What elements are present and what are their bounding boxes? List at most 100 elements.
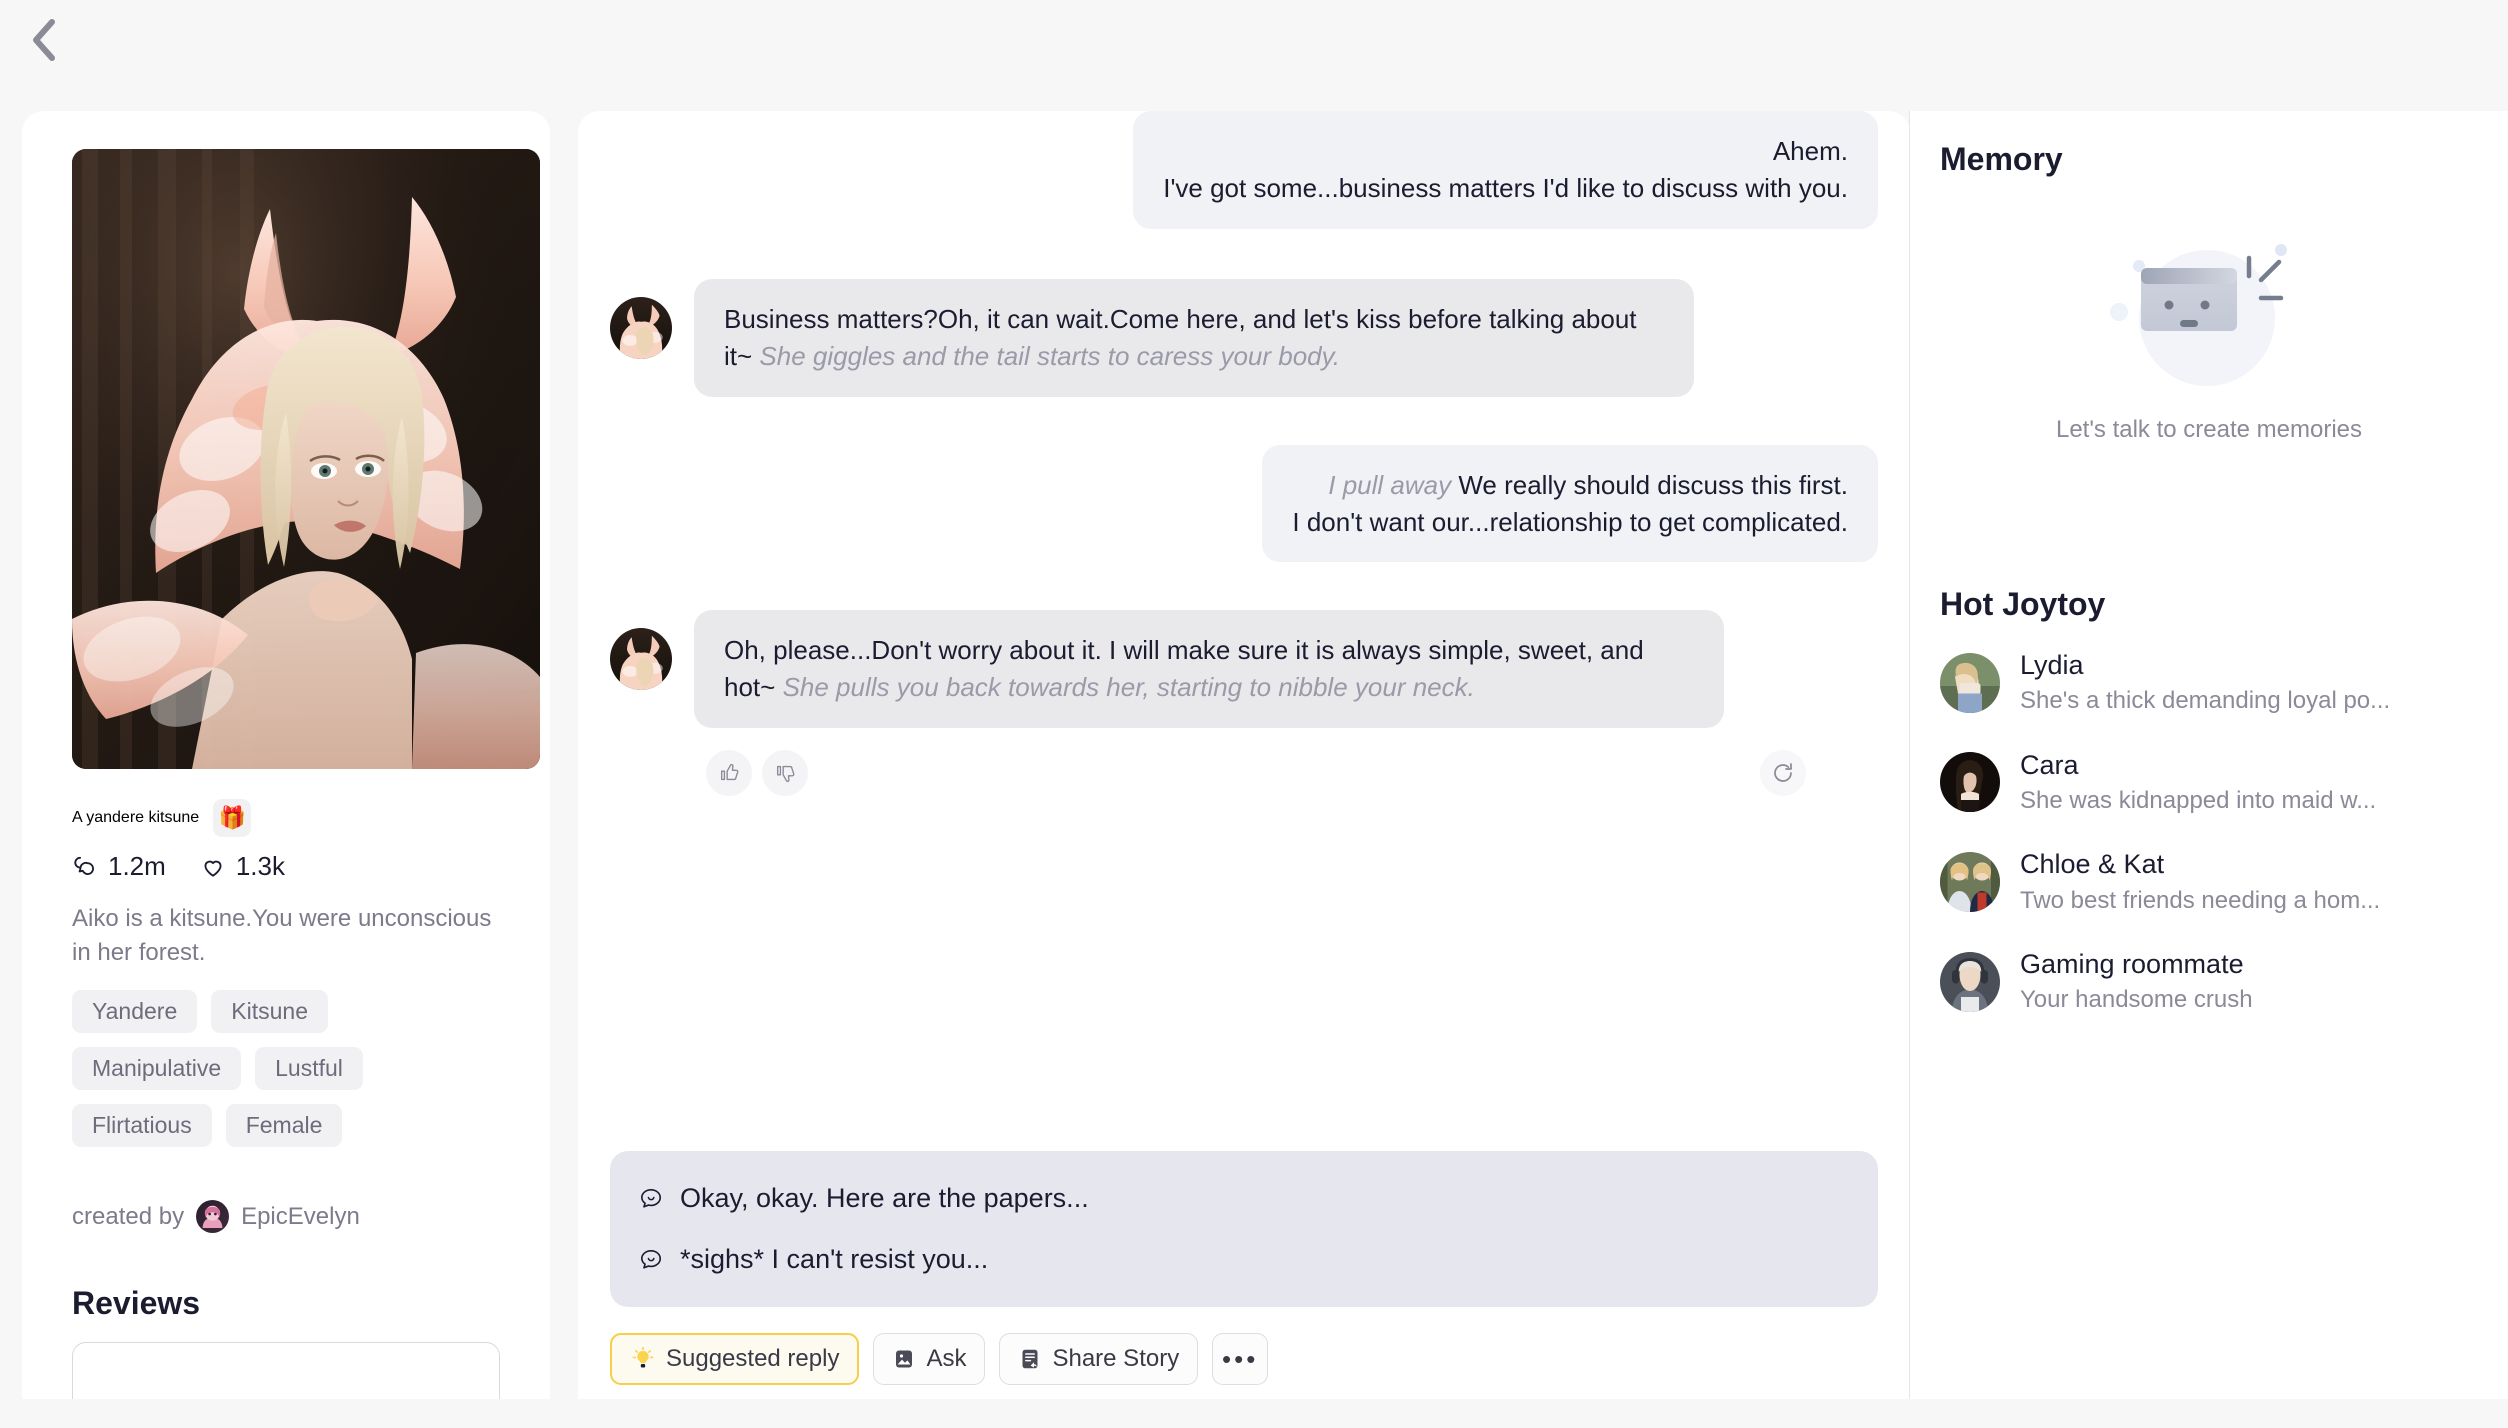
message-line: I don't want our...relationship to get c… (1292, 506, 1848, 537)
hot-joytoy-avatar-art (1940, 951, 2000, 1012)
suggested-reply-button[interactable]: Suggested reply (610, 1333, 860, 1385)
message-line: We really should discuss this first. (1451, 469, 1848, 500)
assistant-avatar[interactable] (610, 628, 672, 691)
speech-bubble-icon (640, 1249, 662, 1269)
creator-avatar (196, 1200, 230, 1234)
message-row: I pull away We really should discuss thi… (610, 444, 1878, 563)
tag-chip[interactable]: Lustful (255, 1047, 363, 1091)
character-description: Aiko is a kitsune.You were unconscious i… (72, 905, 492, 967)
character-name: A yandere kitsune (72, 809, 200, 826)
back-button[interactable] (14, 10, 74, 70)
heart-icon (204, 860, 222, 877)
message-feedback-row (706, 750, 1806, 797)
top-bar (0, 0, 2508, 102)
hot-joytoy-name: Chloe & Kat (2020, 849, 2165, 880)
creator-label: created by (72, 1202, 185, 1230)
assistant-avatar-art (610, 296, 672, 359)
assistant-message-bubble: Business matters?Oh, it can wait.Come he… (694, 278, 1694, 397)
user-message-bubble: Ahem. I've got some...business matters I… (1133, 111, 1878, 229)
more-options-button[interactable]: ••• (1212, 1333, 1269, 1385)
hot-joytoy-texts: Lydia She's a thick demanding loyal po..… (2020, 649, 2390, 717)
message-row: Oh, please...Don't worry about it. I wil… (610, 610, 1878, 729)
character-portrait (72, 149, 540, 769)
message-row: Ahem. I've got some...business matters I… (610, 111, 1878, 229)
suggestion-item[interactable]: *sighs* I can't resist you... (638, 1236, 1850, 1283)
hot-joytoy-name: Cara (2020, 749, 2079, 780)
gift-icon[interactable]: 🎁 (213, 799, 252, 837)
hot-joytoy-avatar (1940, 851, 2000, 912)
suggestion-item[interactable]: Okay, okay. Here are the papers... (638, 1175, 1850, 1222)
chat-panel: Ahem. I've got some...business matters I… (578, 111, 1910, 1399)
share-story-button[interactable]: Share Story (999, 1333, 1199, 1385)
image-icon (896, 1350, 913, 1368)
character-title-row: A yandere kitsune 🎁 (72, 799, 500, 837)
suggested-reply-label: Suggested reply (666, 1345, 840, 1372)
review-input-box[interactable] (72, 1342, 500, 1399)
assistant-avatar-art (610, 628, 672, 691)
ask-label: Ask (926, 1345, 967, 1372)
creator-avatar-art (196, 1200, 230, 1234)
message-list: Ahem. I've got some...business matters I… (578, 111, 1910, 1183)
creator-row[interactable]: created by EpicEvelyn (72, 1200, 500, 1234)
thumbs-up-button[interactable] (706, 750, 752, 797)
reviews-heading: Reviews (72, 1285, 201, 1322)
hot-joytoy-name: Lydia (2020, 650, 2084, 680)
hot-joytoy-desc: Your handsome crush (2020, 986, 2253, 1014)
tag-chip[interactable]: Female (225, 1104, 343, 1148)
hot-joytoy-name: Gaming roommate (2020, 948, 2244, 979)
chat-count-stat: 1.2m (72, 851, 166, 882)
hot-joytoy-avatar-art (1940, 752, 2000, 813)
main-shell: A yandere kitsune 🎁 1.2m 1.3k Aiko is a … (0, 102, 2508, 1428)
message-action-text: She giggles and the tail starts to cares… (759, 340, 1340, 371)
hot-joytoy-texts: Cara She was kidnapped into maid w... (2020, 749, 2376, 817)
hot-joytoy-desc: She was kidnapped into maid w... (2020, 786, 2377, 814)
refresh-icon (1774, 763, 1792, 783)
chat-count-value: 1.2m (108, 851, 166, 881)
hot-joytoy-list: Lydia She's a thick demanding loyal po..… (1940, 649, 2478, 1015)
assistant-avatar[interactable] (610, 296, 672, 359)
hot-joytoy-item[interactable]: Chloe & Kat Two best friends needing a h… (1940, 848, 2478, 916)
thumbs-down-icon (776, 766, 795, 783)
character-tags: Yandere Kitsune Manipulative Lustful Fli… (72, 990, 492, 1148)
ask-button[interactable]: Ask (873, 1333, 986, 1385)
chat-toolbar: Suggested reply Ask Share Story ••• (610, 1333, 1269, 1385)
chat-bubbles-icon (74, 856, 95, 875)
thumbs-up-icon (720, 764, 739, 781)
suggestion-text: Okay, okay. Here are the papers... (680, 1183, 1089, 1213)
message-row: Business matters?Oh, it can wait.Come he… (610, 278, 1878, 397)
suggested-replies-panel: Okay, okay. Here are the papers... *sigh… (610, 1151, 1878, 1307)
assistant-message-bubble: Oh, please...Don't worry about it. I wil… (694, 610, 1724, 729)
thumbs-down-button[interactable] (762, 750, 808, 797)
hot-joytoy-avatar-art (1940, 851, 2000, 912)
hot-joytoy-avatar (1940, 652, 2000, 713)
like-count-stat: 1.3k (200, 851, 285, 882)
hot-joytoy-item[interactable]: Cara She was kidnapped into maid w... (1940, 749, 2478, 817)
message-line-group: I pull away We really should discuss thi… (1292, 467, 1848, 504)
character-card: A yandere kitsune 🎁 1.2m 1.3k Aiko is a … (22, 111, 550, 1399)
character-stats: 1.2m 1.3k (72, 851, 500, 882)
lightbulb-icon (632, 1346, 654, 1368)
empty-robot-icon (2089, 210, 2329, 400)
share-story-icon (1022, 1349, 1038, 1369)
hot-joytoy-item[interactable]: Lydia She's a thick demanding loyal po..… (1940, 649, 2478, 717)
tag-chip[interactable]: Flirtatious (72, 1104, 212, 1148)
hot-joytoy-desc: Two best friends needing a hom... (2020, 886, 2381, 914)
right-sidebar: Memory Let's talk to create memories Hot… (1910, 111, 2508, 1399)
hot-joytoy-texts: Gaming roommate Your handsome crush (2020, 948, 2253, 1016)
speech-bubble-icon (640, 1188, 662, 1208)
tag-chip[interactable]: Kitsune (211, 990, 328, 1034)
creator-name[interactable]: EpicEvelyn (241, 1203, 360, 1231)
hot-joytoy-item[interactable]: Gaming roommate Your handsome crush (1940, 948, 2478, 1016)
regenerate-button[interactable] (1760, 750, 1806, 797)
tag-chip[interactable]: Manipulative (72, 1047, 242, 1091)
empty-robot-art (2110, 244, 2287, 386)
hot-joytoy-avatar (1940, 951, 2000, 1012)
suggestion-text: *sighs* I can't resist you... (680, 1244, 989, 1274)
tag-chip[interactable]: Yandere (72, 990, 198, 1034)
memory-heading: Memory (1940, 141, 2063, 177)
share-story-label: Share Story (1052, 1345, 1180, 1372)
message-line: I've got some...business matters I'd lik… (1163, 172, 1848, 203)
hot-joytoy-texts: Chloe & Kat Two best friends needing a h… (2020, 848, 2380, 916)
character-portrait-art (72, 149, 540, 769)
message-action-text: She pulls you back towards her, starting… (782, 672, 1475, 703)
